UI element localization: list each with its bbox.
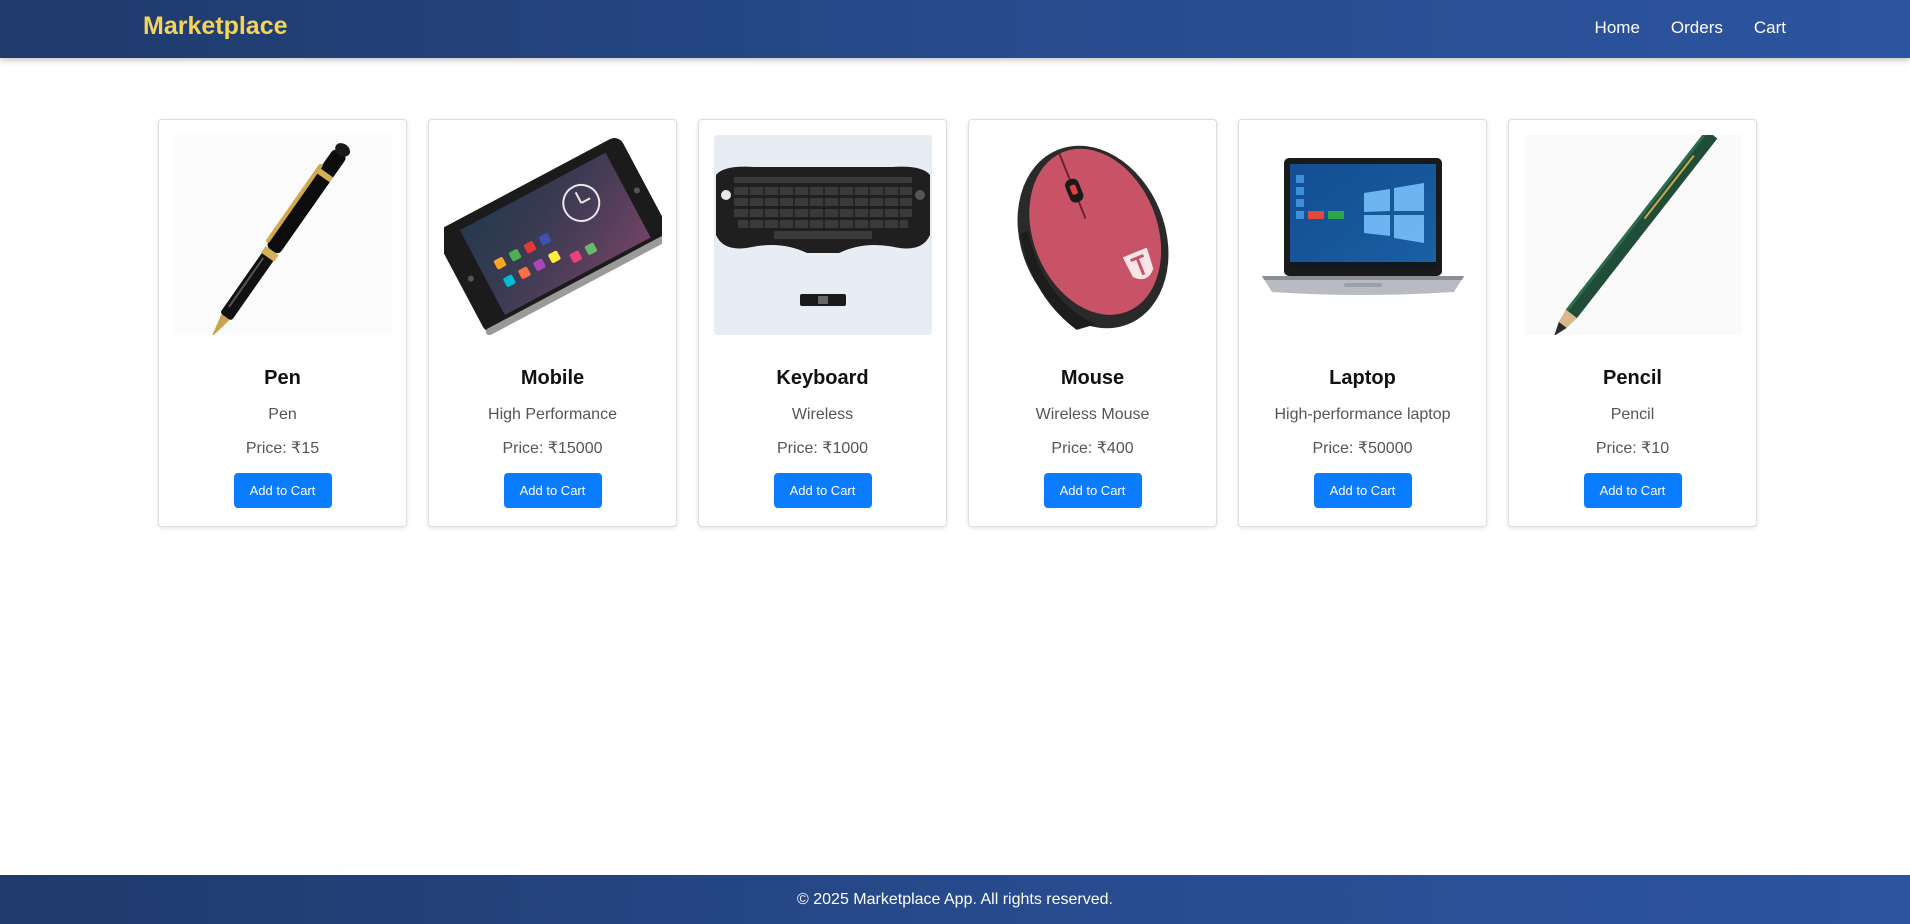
product-description: Wireless Mouse bbox=[1035, 406, 1150, 423]
product-card-pencil: Pencil Pencil Price: ₹10 Add to Cart bbox=[1508, 119, 1757, 527]
pen-image bbox=[173, 135, 392, 335]
add-to-cart-button[interactable]: Add to Cart bbox=[1313, 473, 1412, 508]
product-price: Price: ₹400 bbox=[1051, 440, 1134, 457]
product-description: Pencil bbox=[1610, 406, 1655, 423]
product-price: Price: ₹10 bbox=[1595, 440, 1670, 457]
footer: © 2025 Marketplace App. All rights reser… bbox=[0, 875, 1910, 924]
nav-links: Home Orders Cart bbox=[1595, 18, 1786, 38]
product-description: High Performance bbox=[488, 406, 617, 423]
product-name: Pencil bbox=[1603, 367, 1662, 389]
product-card-keyboard: Keyboard Wireless Price: ₹1000 Add to Ca… bbox=[698, 119, 947, 527]
product-name: Mouse bbox=[1060, 367, 1125, 389]
product-description: High-performance laptop bbox=[1274, 406, 1451, 423]
nav-home-link[interactable]: Home bbox=[1595, 18, 1640, 38]
nav-orders-link[interactable]: Orders bbox=[1671, 18, 1723, 38]
product-grid: Pen Pen Price: ₹15 Add to Cart Mobile Hi… bbox=[158, 119, 1757, 527]
product-price: Price: ₹50000 bbox=[1312, 440, 1413, 457]
keyboard-image bbox=[713, 135, 932, 335]
add-to-cart-button[interactable]: Add to Cart bbox=[233, 473, 332, 508]
product-description: Wireless bbox=[791, 406, 854, 423]
product-name: Laptop bbox=[1329, 367, 1396, 389]
product-card-mouse: Mouse Wireless Mouse Price: ₹400 Add to … bbox=[968, 119, 1217, 527]
footer-copyright: © 2025 Marketplace App. All rights reser… bbox=[797, 890, 1113, 908]
product-name: Mobile bbox=[520, 367, 585, 389]
add-to-cart-button[interactable]: Add to Cart bbox=[503, 473, 602, 508]
product-name: Pen bbox=[264, 367, 301, 389]
add-to-cart-button[interactable]: Add to Cart bbox=[773, 473, 872, 508]
product-name: Keyboard bbox=[776, 367, 869, 389]
product-description: Pen bbox=[268, 406, 297, 423]
product-price: Price: ₹15 bbox=[245, 440, 320, 457]
product-card-laptop: Laptop High-performance laptop Price: ₹5… bbox=[1238, 119, 1487, 527]
product-card-pen: Pen Pen Price: ₹15 Add to Cart bbox=[158, 119, 407, 527]
add-to-cart-button[interactable]: Add to Cart bbox=[1583, 473, 1682, 508]
navbar: Marketplace Home Orders Cart bbox=[0, 0, 1910, 58]
mouse-image bbox=[983, 135, 1202, 335]
product-card-mobile: Mobile High Performance Price: ₹15000 Ad… bbox=[428, 119, 677, 527]
mobile-phone-image bbox=[443, 135, 662, 335]
pencil-image bbox=[1523, 135, 1742, 335]
laptop-image bbox=[1253, 135, 1472, 335]
product-price: Price: ₹1000 bbox=[776, 440, 869, 457]
add-to-cart-button[interactable]: Add to Cart bbox=[1043, 473, 1142, 508]
brand-logo[interactable]: Marketplace bbox=[143, 12, 288, 41]
product-price: Price: ₹15000 bbox=[502, 440, 603, 457]
nav-cart-link[interactable]: Cart bbox=[1754, 18, 1786, 38]
